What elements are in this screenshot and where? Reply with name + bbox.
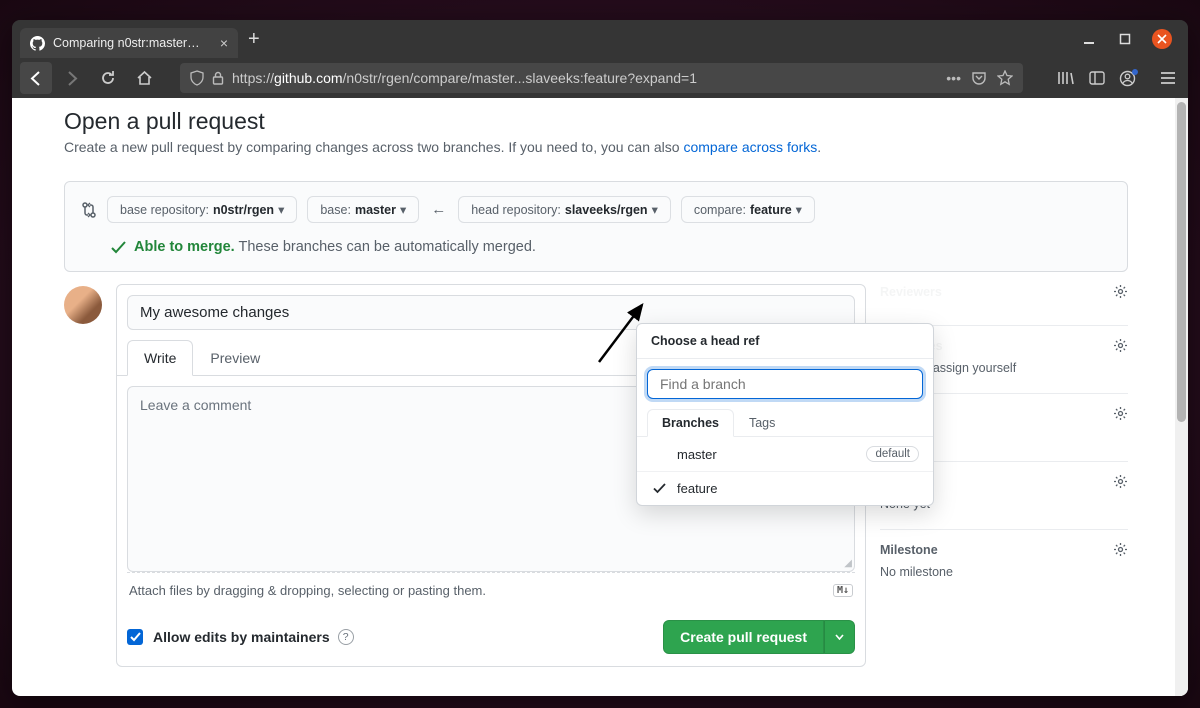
merge-status: Able to merge. These branches can be aut…: [81, 239, 1111, 255]
window-maximize-icon[interactable]: [1116, 30, 1134, 48]
compare-branch-selector[interactable]: compare: feature ▾: [681, 196, 815, 223]
check-icon: [111, 241, 126, 254]
caret-down-icon: ▾: [652, 202, 658, 217]
window-controls: [1080, 29, 1180, 49]
assign-yourself-link[interactable]: assign yourself: [933, 361, 1016, 375]
gear-icon[interactable]: [1113, 406, 1128, 421]
branch-picker-popup: Choose a head ref Branches Tags master d…: [636, 323, 934, 506]
create-pr-dropdown[interactable]: [824, 620, 855, 654]
default-badge: default: [866, 446, 919, 462]
url-text: https://github.com/n0str/rgen/compare/ma…: [232, 70, 938, 86]
arrow-left-icon: ←: [429, 201, 448, 218]
nav-reload-button[interactable]: [92, 62, 124, 94]
tab-write[interactable]: Write: [127, 340, 193, 376]
toolbar-right: [1057, 70, 1180, 87]
sidebar-toggle-icon[interactable]: [1089, 71, 1105, 85]
resize-handle-icon[interactable]: ◢: [844, 558, 852, 569]
browser-toolbar: https://github.com/n0str/rgen/compare/ma…: [12, 58, 1188, 98]
page-content: Open a pull request Create a new pull re…: [12, 98, 1188, 696]
branch-item-feature[interactable]: feature: [637, 472, 933, 505]
page-actions-icon[interactable]: •••: [946, 70, 961, 86]
popup-tab-tags[interactable]: Tags: [734, 409, 790, 437]
git-compare-icon: [81, 201, 97, 219]
gear-icon[interactable]: [1113, 284, 1128, 299]
gear-icon[interactable]: [1113, 542, 1128, 557]
check-icon: [651, 483, 667, 494]
page-subtitle: Create a new pull request by comparing c…: [64, 139, 1128, 155]
window-close-icon[interactable]: [1152, 29, 1172, 49]
allow-edits-label: Allow edits by maintainers ?: [153, 629, 354, 645]
caret-down-icon: ▾: [278, 202, 284, 217]
browser-tab[interactable]: Comparing n0str:master… ×: [20, 28, 238, 58]
github-favicon-icon: [30, 36, 45, 51]
create-pr-button[interactable]: Create pull request: [663, 620, 824, 654]
head-repo-selector[interactable]: head repository: slaveeks/rgen ▾: [458, 196, 671, 223]
sidebar-item-reviewers: Reviewers: [880, 285, 942, 299]
hamburger-menu-icon[interactable]: [1160, 71, 1176, 85]
user-avatar[interactable]: [64, 286, 102, 324]
popup-tab-branches[interactable]: Branches: [647, 409, 734, 437]
base-repo-selector[interactable]: base repository: n0str/rgen ▾: [107, 196, 297, 223]
nav-home-button[interactable]: [128, 62, 160, 94]
sidebar-item-milestone: Milestone: [880, 543, 938, 557]
compare-panel: base repository: n0str/rgen ▾ base: mast…: [64, 181, 1128, 272]
base-branch-selector[interactable]: base: master ▾: [307, 196, 419, 223]
attach-hint[interactable]: Attach files by dragging & dropping, sel…: [127, 572, 855, 608]
compare-across-forks-link[interactable]: compare across forks: [683, 139, 817, 155]
help-icon[interactable]: ?: [338, 629, 354, 645]
caret-down-icon: ▾: [400, 202, 406, 217]
popup-title: Choose a head ref: [637, 324, 933, 359]
branch-item-master[interactable]: master default: [637, 437, 933, 472]
branch-search-input[interactable]: [647, 369, 923, 399]
caret-down-icon: ▾: [796, 202, 802, 217]
page-title: Open a pull request: [64, 108, 1128, 135]
url-bar[interactable]: https://github.com/n0str/rgen/compare/ma…: [180, 63, 1023, 93]
bookmark-star-icon[interactable]: [997, 70, 1013, 86]
shield-icon: [190, 70, 204, 86]
tab-title: Comparing n0str:master…: [53, 36, 200, 50]
tab-close-icon[interactable]: ×: [220, 35, 228, 51]
gear-icon[interactable]: [1113, 474, 1128, 489]
library-icon[interactable]: [1057, 70, 1075, 86]
new-tab-button[interactable]: +: [248, 28, 260, 51]
markdown-icon[interactable]: M↓: [833, 584, 853, 597]
lock-icon: [212, 71, 224, 85]
milestone-value: No milestone: [880, 565, 1128, 579]
tab-strip: Comparing n0str:master… × +: [12, 20, 1188, 58]
account-icon[interactable]: [1119, 70, 1136, 87]
nav-back-button[interactable]: [20, 62, 52, 94]
pocket-icon[interactable]: [971, 71, 987, 85]
gear-icon[interactable]: [1113, 338, 1128, 353]
nav-forward-button[interactable]: [56, 62, 88, 94]
window-minimize-icon[interactable]: [1080, 30, 1098, 48]
tab-preview[interactable]: Preview: [193, 340, 277, 376]
browser-window: Comparing n0str:master… × + https://gith…: [12, 20, 1188, 696]
allow-edits-checkbox[interactable]: [127, 629, 143, 645]
